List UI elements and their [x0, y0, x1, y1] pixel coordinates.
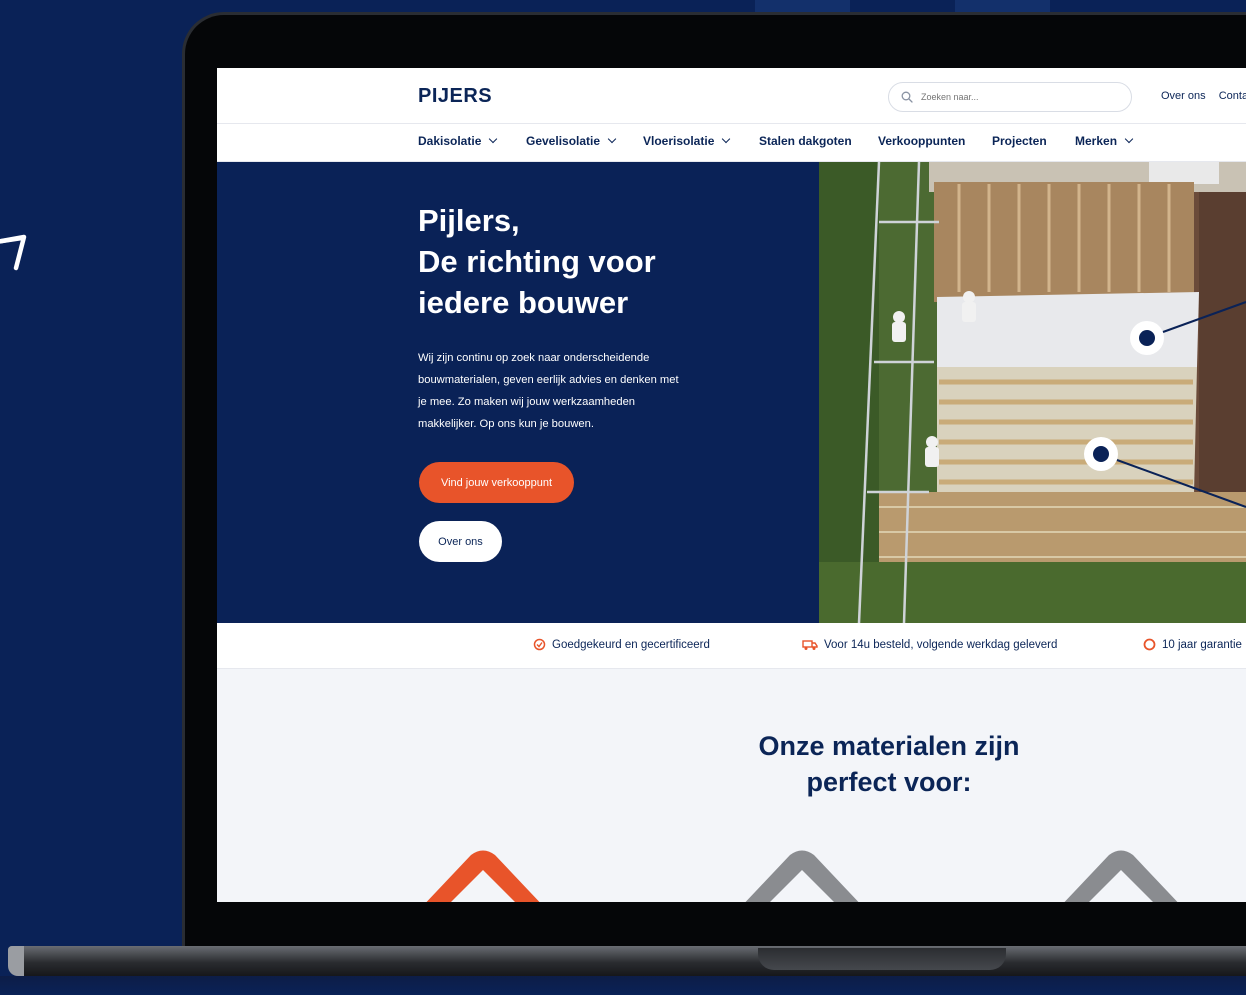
find-sales-point-button[interactable]: Vind jouw verkooppunt — [419, 462, 574, 503]
nav-item-dakisolatie[interactable]: Dakisolatie — [418, 134, 498, 148]
arrow-right-icon — [0, 234, 27, 271]
hero-description: Wij zijn continu op zoek naar onderschei… — [418, 352, 679, 430]
laptop-edge — [8, 946, 24, 976]
materials-title: Onze materialen zijn perfect voor: — [729, 728, 1049, 800]
nav-item-verkooppunten[interactable]: Verkooppunten — [878, 134, 965, 148]
nav-item-label: Dakisolatie — [418, 134, 482, 148]
laptop-shadow — [0, 976, 1246, 995]
nav-item-projecten[interactable]: Projecten — [992, 134, 1047, 148]
usp-item: Voor 14u besteld, volgende werkdag gelev… — [802, 638, 1057, 651]
laptop-notch — [758, 948, 1006, 970]
chevron-down-icon — [722, 134, 731, 144]
usp-item: 10 jaar garantie — [1143, 638, 1242, 651]
nav-item-label: Merken — [1075, 134, 1118, 148]
materials-title-line: perfect voor: — [806, 767, 972, 797]
nav-item-label: Projecten — [992, 134, 1047, 148]
nav-item-vloerisolatie[interactable]: Vloerisolatie — [643, 134, 731, 148]
nav-item-label: Stalen dakgoten — [759, 134, 852, 148]
chevron-down-icon — [607, 134, 617, 144]
top-link-about[interactable]: Over ons — [1161, 90, 1206, 102]
usp-label: 10 jaar garantie — [1162, 638, 1242, 651]
nav-item-label: Verkooppunten — [878, 134, 966, 148]
site-logo[interactable]: PIJERS — [418, 85, 492, 108]
search-box[interactable] — [888, 82, 1132, 112]
nav-item-label: Gevelisolatie — [526, 134, 601, 148]
background-tile — [755, 0, 850, 12]
about-us-button[interactable]: Over ons — [419, 521, 502, 562]
chevron-down-icon — [489, 134, 498, 144]
usp-label: Goedgekeurd en gecertificeerd — [552, 638, 710, 651]
usp-item: Goedgekeurd en gecertificeerd — [533, 638, 710, 651]
chevron-down-icon — [1124, 134, 1134, 144]
site-header: PIJERS Over ons Contac — [217, 68, 1246, 124]
roof-construction-photo — [819, 162, 1246, 623]
top-links: Over ons Contac — [1161, 90, 1246, 102]
delivery-icon — [802, 640, 818, 650]
hero-section: Pijlers, De richting voor iedere bouwer … — [217, 162, 819, 623]
roof-grey-icon — [1064, 850, 1178, 902]
hero-image — [819, 162, 1246, 623]
laptop-base — [8, 946, 1246, 976]
roof-orange-icon — [426, 850, 540, 902]
nav-item-stalen-dakgoten[interactable]: Stalen dakgoten — [759, 134, 852, 148]
certificate-icon — [533, 638, 546, 651]
search-icon — [901, 91, 913, 103]
usp-label: Voor 14u besteld, volgende werkdag gelev… — [824, 638, 1058, 651]
roof-grey-icon — [745, 850, 859, 902]
background-tile — [955, 0, 1050, 12]
usp-bar: Goedgekeurd en gecertificeerd Voor 14u b… — [217, 623, 1246, 669]
hero-title-line: De richting voor — [418, 244, 656, 279]
top-link-contact[interactable]: Contac — [1219, 90, 1246, 102]
hero-title-line: iedere bouwer — [418, 285, 629, 320]
website-screen: PIJERS Over ons Contac Dakisolatie Gevel… — [217, 68, 1246, 902]
nav-item-gevelisolatie[interactable]: Gevelisolatie — [526, 134, 617, 148]
search-input[interactable] — [921, 92, 1101, 102]
nav-item-merken[interactable]: Merken — [1075, 134, 1134, 148]
hero-title: Pijlers, De richting voor iedere bouwer — [418, 200, 738, 323]
nav-item-label: Vloerisolatie — [643, 134, 715, 148]
logo-text: PIJERS — [418, 85, 493, 107]
materials-title-line: Onze materialen zijn — [758, 731, 1020, 761]
hero-title-line: Pijlers, — [418, 203, 520, 238]
warranty-icon — [1143, 638, 1156, 651]
main-nav: Dakisolatie Gevelisolatie Vloerisolatie … — [217, 124, 1246, 162]
